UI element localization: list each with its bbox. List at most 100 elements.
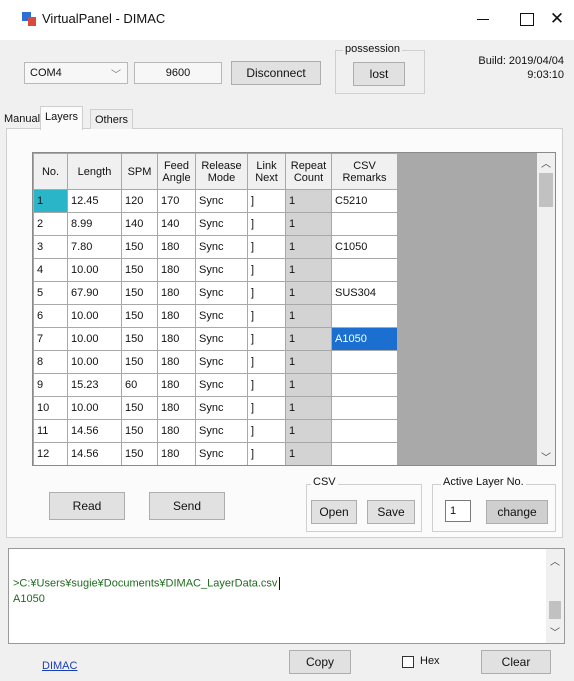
layers-grid[interactable]: No. Length SPM Feed Angle Release Mode Link N… <box>32 152 556 466</box>
table-cell[interactable]: 60 <box>121 373 158 397</box>
table-row[interactable]: 8 10.00 150 180 Sync] 1 <box>33 350 398 374</box>
table-cell[interactable]: 1 <box>285 373 332 397</box>
baud-rate-field[interactable]: 9600 <box>134 62 222 84</box>
table-cell[interactable] <box>331 212 398 236</box>
table-cell[interactable]: Sync <box>195 373 248 397</box>
copy-button[interactable]: Copy <box>289 650 351 674</box>
minimize-button[interactable] <box>466 6 500 32</box>
table-row[interactable]: 12 14.56 150 180 Sync] 1 <box>33 442 398 465</box>
table-cell[interactable]: 150 <box>121 327 158 351</box>
table-cell[interactable]: 1 <box>285 396 332 420</box>
grid-scrollbar[interactable]: ︿ ﹀ <box>537 153 555 465</box>
table-cell[interactable]: 10.00 <box>67 396 122 420</box>
table-cell[interactable]: 14.56 <box>67 442 122 465</box>
table-cell[interactable]: 8.99 <box>67 212 122 236</box>
log-scrollbar[interactable]: ︿ ﹀ <box>546 549 564 643</box>
log-output[interactable]: >C:¥Users¥sugie¥Documents¥DIMAC_LayerDat… <box>8 548 565 644</box>
table-row[interactable]: 10 10.00 150 180 Sync] 1 <box>33 396 398 420</box>
table-cell[interactable]: 180 <box>157 350 196 374</box>
change-layer-button[interactable]: change <box>486 500 548 524</box>
scroll-up-icon[interactable]: ︿ <box>546 553 564 568</box>
table-cell[interactable]: Sync <box>195 258 248 282</box>
table-cell[interactable]: ] <box>247 281 286 305</box>
column-header[interactable]: Link Next <box>247 153 286 190</box>
possession-lost-button[interactable]: lost <box>353 62 405 86</box>
table-cell[interactable]: 1 <box>285 350 332 374</box>
table-cell[interactable]: ] <box>247 327 286 351</box>
table-row[interactable]: 11 14.56 150 180 Sync] 1 <box>33 419 398 443</box>
table-row[interactable]: 5 67.90 150 180 Sync] 1 SUS304 <box>33 281 398 305</box>
column-header[interactable]: SPM <box>121 153 158 190</box>
table-cell[interactable]: ] <box>247 212 286 236</box>
table-cell[interactable]: 10.00 <box>67 350 122 374</box>
grid-scroll-thumb[interactable] <box>539 173 553 207</box>
table-cell[interactable]: 67.90 <box>67 281 122 305</box>
table-cell[interactable]: ] <box>247 350 286 374</box>
row-number-cell[interactable]: 8 <box>33 350 68 374</box>
title-bar[interactable]: VirtualPanel - DIMAC ✕ <box>0 0 574 40</box>
save-csv-button[interactable]: Save <box>367 500 415 524</box>
table-cell[interactable]: Sync <box>195 327 248 351</box>
table-cell[interactable]: Sync <box>195 189 248 213</box>
table-cell[interactable]: ] <box>247 442 286 465</box>
table-cell[interactable] <box>331 396 398 420</box>
scroll-down-icon[interactable]: ﹀ <box>537 449 555 464</box>
row-number-cell[interactable]: 5 <box>33 281 68 305</box>
table-cell[interactable]: ] <box>247 396 286 420</box>
table-cell[interactable] <box>331 304 398 328</box>
table-cell[interactable]: 180 <box>157 327 196 351</box>
table-cell[interactable]: 140 <box>157 212 196 236</box>
table-row[interactable]: 2 8.99 140 140 Sync] 1 <box>33 212 398 236</box>
table-cell[interactable]: Sync <box>195 304 248 328</box>
table-cell[interactable]: Sync <box>195 281 248 305</box>
table-cell[interactable]: 10.00 <box>67 327 122 351</box>
read-button[interactable]: Read <box>49 492 125 520</box>
table-cell[interactable]: ] <box>247 373 286 397</box>
table-cell[interactable]: 150 <box>121 396 158 420</box>
table-cell[interactable]: 7.80 <box>67 235 122 259</box>
column-header[interactable]: Feed Angle <box>157 153 196 190</box>
table-cell[interactable]: SUS304 <box>331 281 398 305</box>
table-cell[interactable]: 180 <box>157 258 196 282</box>
clear-button[interactable]: Clear <box>481 650 551 674</box>
dimac-link[interactable]: DIMAC <box>42 660 77 672</box>
table-cell[interactable]: ] <box>247 189 286 213</box>
table-cell[interactable]: C5210 <box>331 189 398 213</box>
table-row[interactable]: 3 7.80 150 180 Sync] 1 C1050 <box>33 235 398 259</box>
scroll-up-icon[interactable]: ︿ <box>537 155 555 170</box>
log-scroll-thumb[interactable] <box>549 601 561 619</box>
table-cell[interactable]: 1 <box>285 212 332 236</box>
row-number-cell[interactable]: 7 <box>33 327 68 351</box>
table-cell[interactable]: 15.23 <box>67 373 122 397</box>
column-header[interactable]: Release Mode <box>195 153 248 190</box>
table-cell[interactable] <box>331 419 398 443</box>
table-cell[interactable]: 12.45 <box>67 189 122 213</box>
table-cell[interactable]: 10.00 <box>67 304 122 328</box>
table-cell[interactable] <box>331 258 398 282</box>
send-button[interactable]: Send <box>149 492 225 520</box>
table-row[interactable]: 6 10.00 150 180 Sync] 1 <box>33 304 398 328</box>
table-cell[interactable]: 1 <box>285 258 332 282</box>
row-number-cell[interactable]: 2 <box>33 212 68 236</box>
table-cell[interactable]: 180 <box>157 373 196 397</box>
table-cell[interactable]: 150 <box>121 258 158 282</box>
table-cell[interactable]: 180 <box>157 442 196 465</box>
table-cell[interactable]: Sync <box>195 235 248 259</box>
table-cell[interactable]: 180 <box>157 235 196 259</box>
table-cell[interactable]: 1 <box>285 419 332 443</box>
table-cell[interactable]: 150 <box>121 281 158 305</box>
table-cell[interactable]: ] <box>247 235 286 259</box>
open-csv-button[interactable]: Open <box>311 500 357 524</box>
row-number-cell[interactable]: 11 <box>33 419 68 443</box>
table-cell[interactable]: 150 <box>121 304 158 328</box>
table-cell[interactable]: Sync <box>195 396 248 420</box>
table-cell[interactable]: 1 <box>285 281 332 305</box>
hex-checkbox[interactable] <box>402 656 414 668</box>
table-cell[interactable]: 150 <box>121 442 158 465</box>
row-number-cell[interactable]: 6 <box>33 304 68 328</box>
table-row[interactable]: 7 10.00 150 180 Sync] 1 A1050 <box>33 327 398 351</box>
table-cell[interactable] <box>331 350 398 374</box>
row-number-cell[interactable]: 9 <box>33 373 68 397</box>
table-cell[interactable]: Sync <box>195 212 248 236</box>
disconnect-button[interactable]: Disconnect <box>231 61 321 85</box>
